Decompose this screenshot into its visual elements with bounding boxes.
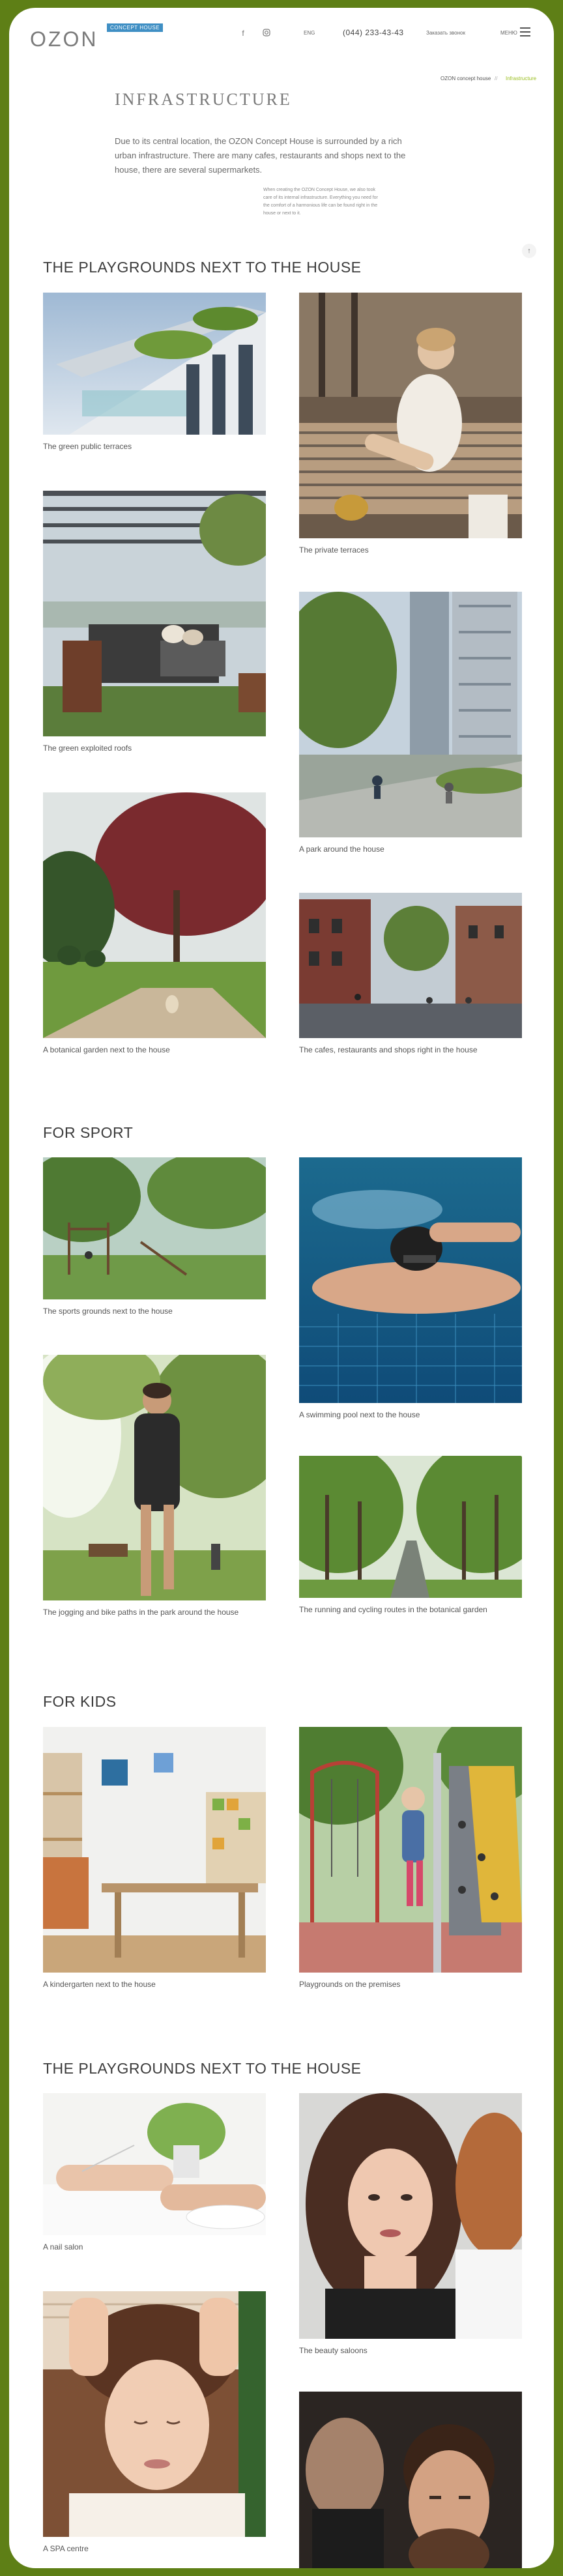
site-header: OZON CONCEPT HOUSE f ENG (044) 233-43-43… [9, 8, 554, 60]
playground-photo [299, 1727, 522, 1973]
gallery-card[interactable]: A park around the house [299, 592, 522, 856]
logo-badge: CONCEPT HOUSE [107, 23, 164, 32]
intro-small-text: When creating the OZON Concept House, we… [263, 188, 378, 216]
gallery-card[interactable]: The sports grounds next to the house [43, 1157, 266, 1318]
card-caption: A swimming pool next to the house [299, 1410, 420, 1419]
card-caption: Playgrounds on the premises [299, 1980, 401, 1989]
card-caption: The beauty saloons [299, 2346, 368, 2355]
intro-text: Due to its central location, the OZON Co… [115, 136, 406, 175]
barber-photo [299, 2392, 522, 2568]
gallery-card[interactable]: Playgrounds on the premises [299, 1727, 522, 1991]
card-caption: A kindergarten next to the house [43, 1980, 156, 1989]
breadcrumb-current: Infrastructure [506, 76, 537, 81]
callback-link[interactable]: Заказать звонок [426, 30, 465, 36]
card-caption: The green exploited roofs [43, 744, 132, 753]
roof-lounge-photo [43, 491, 266, 736]
card-caption: The running and cycling routes in the bo… [299, 1605, 487, 1614]
menu-label[interactable]: МЕНЮ [500, 30, 517, 36]
gallery-card[interactable]: A SPA centre [43, 2291, 266, 2555]
gallery-card[interactable]: The cafes, restaurants and shops right i… [299, 893, 522, 1056]
phone-number[interactable]: (044) 233-43-43 [343, 28, 404, 37]
logo[interactable]: OZON [30, 27, 98, 51]
runner-photo [43, 1355, 266, 1600]
gallery-card[interactable]: A nail salon [43, 2093, 266, 2253]
instagram-icon[interactable] [262, 29, 271, 38]
scroll-up-icon[interactable]: ↑ [522, 244, 536, 258]
woman-on-sofa-photo [299, 293, 522, 538]
garden-photo [43, 792, 266, 1038]
card-caption: The sports grounds next to the house [43, 1307, 173, 1316]
park-photo [299, 592, 522, 837]
section-title: THE PLAYGROUNDS NEXT TO THE HOUSE [43, 2060, 362, 2077]
card-caption: A nail salon [43, 2242, 83, 2251]
gallery-card[interactable]: A botanical garden next to the house [43, 792, 266, 1056]
page-title: INFRASTRUCTURE [115, 90, 292, 109]
card-caption: The green public terraces [43, 442, 132, 451]
section-title: FOR SPORT [43, 1124, 134, 1141]
language-switch[interactable]: ENG [304, 30, 315, 36]
beauty-salon-photo [299, 2093, 522, 2339]
gallery-card[interactable]: The jogging and bike paths in the park a… [43, 1355, 266, 1619]
nail-salon-photo [43, 2093, 266, 2235]
gallery-card[interactable]: The private terraces [299, 293, 522, 557]
gallery-card[interactable]: A swimming pool next to the house [299, 1157, 522, 1421]
gallery-card[interactable] [299, 2392, 522, 2568]
gallery-card[interactable]: The green exploited roofs [43, 491, 266, 755]
card-caption: A botanical garden next to the house [43, 1045, 170, 1054]
kindergarten-photo [43, 1727, 266, 1973]
spa-photo [43, 2291, 266, 2537]
card-caption: The jogging and bike paths in the park a… [43, 1608, 239, 1617]
card-caption: A park around the house [299, 845, 384, 854]
terrace-photo [43, 293, 266, 435]
sports-ground-photo [43, 1157, 266, 1299]
card-caption: The cafes, restaurants and shops right i… [299, 1045, 478, 1054]
card-caption: A SPA centre [43, 2544, 89, 2553]
gallery-card[interactable]: The green public terraces [43, 293, 266, 453]
swimmer-photo [299, 1157, 522, 1403]
section-title: THE PLAYGROUNDS NEXT TO THE HOUSE [43, 259, 362, 276]
breadcrumb-separator: // [495, 76, 498, 81]
gallery-card[interactable]: The beauty saloons [299, 2093, 522, 2357]
breadcrumb-home[interactable]: OZON concept house [440, 76, 491, 81]
gallery-card[interactable]: The running and cycling routes in the bo… [299, 1456, 522, 1616]
card-caption: The private terraces [299, 545, 369, 555]
menu-icon[interactable] [520, 27, 530, 36]
alley-photo [299, 1456, 522, 1598]
facebook-icon[interactable]: f [238, 29, 248, 38]
section-title: FOR KIDS [43, 1693, 117, 1710]
gallery-card[interactable]: A kindergarten next to the house [43, 1727, 266, 1991]
street-photo [299, 893, 522, 1038]
page-frame: OZON CONCEPT HOUSE f ENG (044) 233-43-43… [9, 8, 554, 2568]
